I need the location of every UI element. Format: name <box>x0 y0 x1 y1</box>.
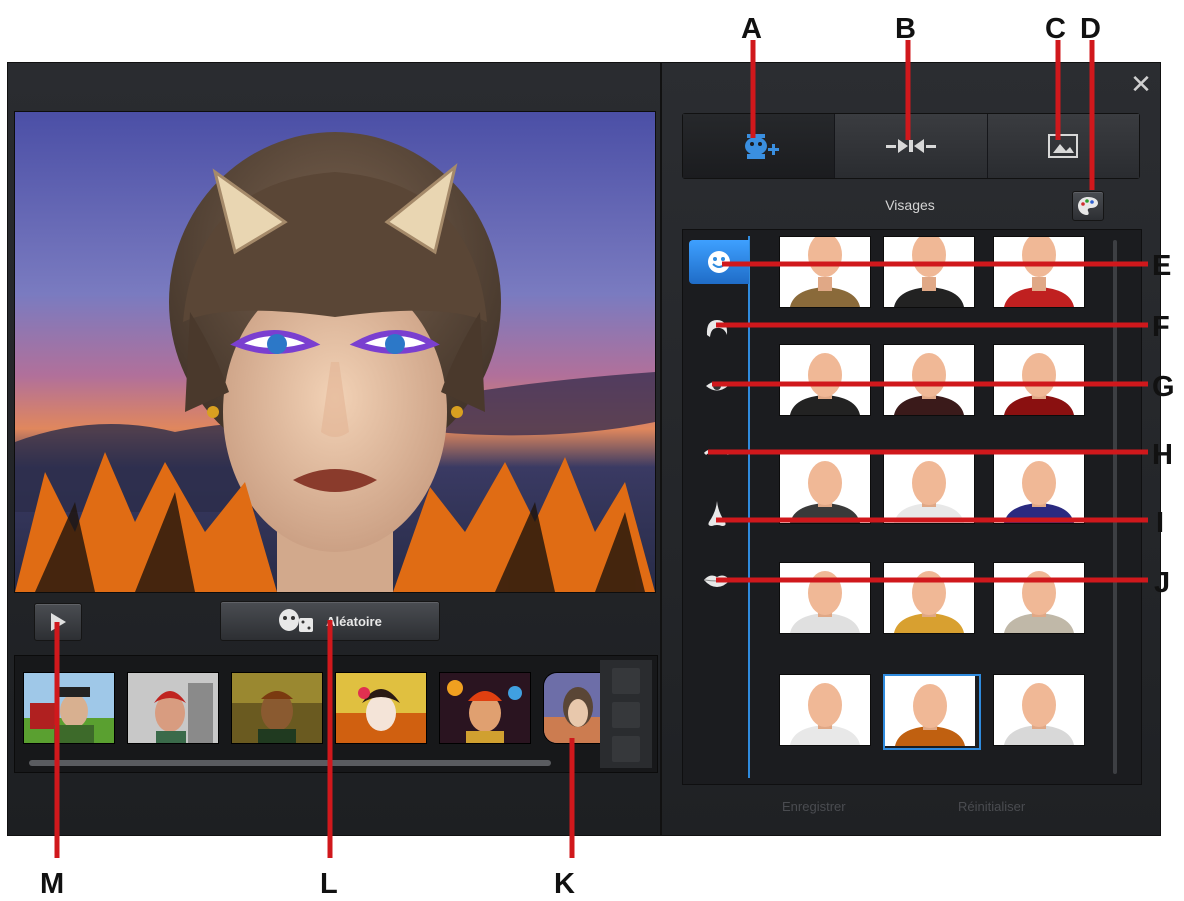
face-preset-image <box>884 345 974 415</box>
callout-a: A <box>741 13 762 45</box>
face-preset-image <box>780 453 870 523</box>
avatar-thumbnail-strip <box>14 655 658 773</box>
face-preset-image <box>884 453 974 523</box>
tab-morph[interactable] <box>835 114 988 178</box>
reset-button[interactable]: Réinitialiser <box>958 799 1025 814</box>
face-preset-image <box>780 563 870 633</box>
export-icon[interactable] <box>612 668 640 694</box>
settings-pane: ✕ Visages Enregistrer Réinitialiser <box>662 63 1160 835</box>
face-preset-image <box>994 453 1084 523</box>
face-preset[interactable] <box>883 344 975 416</box>
delete-icon[interactable] <box>612 736 640 762</box>
callout-c: C <box>1045 13 1066 45</box>
save-button[interactable]: Enregistrer <box>782 799 846 814</box>
callout-d: D <box>1080 13 1101 45</box>
face-preset[interactable] <box>993 674 1085 746</box>
face-preset[interactable] <box>993 562 1085 634</box>
section-header: Visages <box>682 189 1138 225</box>
face-preset-image <box>780 675 870 745</box>
play-icon <box>51 613 66 631</box>
callout-b: B <box>895 13 916 45</box>
face-preset-image <box>994 563 1084 633</box>
face-preset[interactable] <box>993 452 1085 524</box>
face-preset[interactable] <box>883 674 981 750</box>
thumbnail-avatar-dark-skin-autumn[interactable] <box>231 672 323 744</box>
preview-pane: Aléatoire <box>8 63 660 835</box>
close-icon[interactable]: ✕ <box>1128 71 1154 97</box>
palette-button[interactable] <box>1072 191 1104 221</box>
tab-background[interactable] <box>987 114 1139 178</box>
thumbnail-avatar-clown-fireworks[interactable] <box>439 672 531 744</box>
section-title: Visages <box>885 197 935 213</box>
add-face-icon <box>744 134 779 159</box>
thumbnail-avatar-current-cat-ears[interactable] <box>543 672 601 744</box>
face-preset[interactable] <box>883 452 975 524</box>
face-preset[interactable] <box>993 344 1085 416</box>
random-button-label: Aléatoire <box>326 613 382 629</box>
thumbnail-avatar-red-hair-city[interactable] <box>127 672 219 744</box>
mode-tabs <box>682 113 1140 179</box>
face-preset[interactable] <box>883 236 975 308</box>
face-preset[interactable] <box>779 674 871 746</box>
face-preset-image <box>994 675 1084 745</box>
background-image-icon <box>1048 134 1079 158</box>
callout-l: L <box>320 868 338 900</box>
face-preset[interactable] <box>883 562 975 634</box>
thumbnail-avatar-farmer-hat[interactable] <box>23 672 115 744</box>
thumbnail-side-tools <box>600 660 652 768</box>
morph-icon <box>885 139 936 153</box>
face-preset-image <box>780 345 870 415</box>
face-preset-image <box>994 345 1084 415</box>
face-preset[interactable] <box>779 452 871 524</box>
face-preset-grid <box>683 230 1141 784</box>
face-preset-image <box>994 237 1084 307</box>
callout-m: M <box>40 868 64 900</box>
thumbnail-scrollbar[interactable] <box>29 760 551 766</box>
avatar-preview <box>14 111 656 593</box>
face-preset[interactable] <box>993 236 1085 308</box>
tab-add-face[interactable] <box>683 114 836 178</box>
face-preset-image <box>885 676 975 746</box>
face-grid-scrollbar[interactable] <box>1113 240 1117 774</box>
callout-k: K <box>554 868 575 900</box>
share-icon[interactable] <box>612 702 640 728</box>
face-preset-image <box>884 563 974 633</box>
avatar-editor-window: Aléatoire ✕ Visages Enregistrer Réinitia… <box>7 62 1161 836</box>
random-button[interactable]: Aléatoire <box>220 601 440 641</box>
face-options-panel <box>682 229 1142 785</box>
masks-dice-icon <box>279 609 314 632</box>
face-preset-image <box>780 237 870 307</box>
face-preset[interactable] <box>779 344 871 416</box>
palette-icon <box>1078 197 1098 215</box>
thumbnail-avatar-geisha[interactable] <box>335 672 427 744</box>
play-button[interactable] <box>34 603 82 641</box>
face-preset-image <box>884 237 974 307</box>
avatar-preview-image <box>15 112 655 592</box>
face-preset[interactable] <box>779 236 871 308</box>
face-preset[interactable] <box>779 562 871 634</box>
